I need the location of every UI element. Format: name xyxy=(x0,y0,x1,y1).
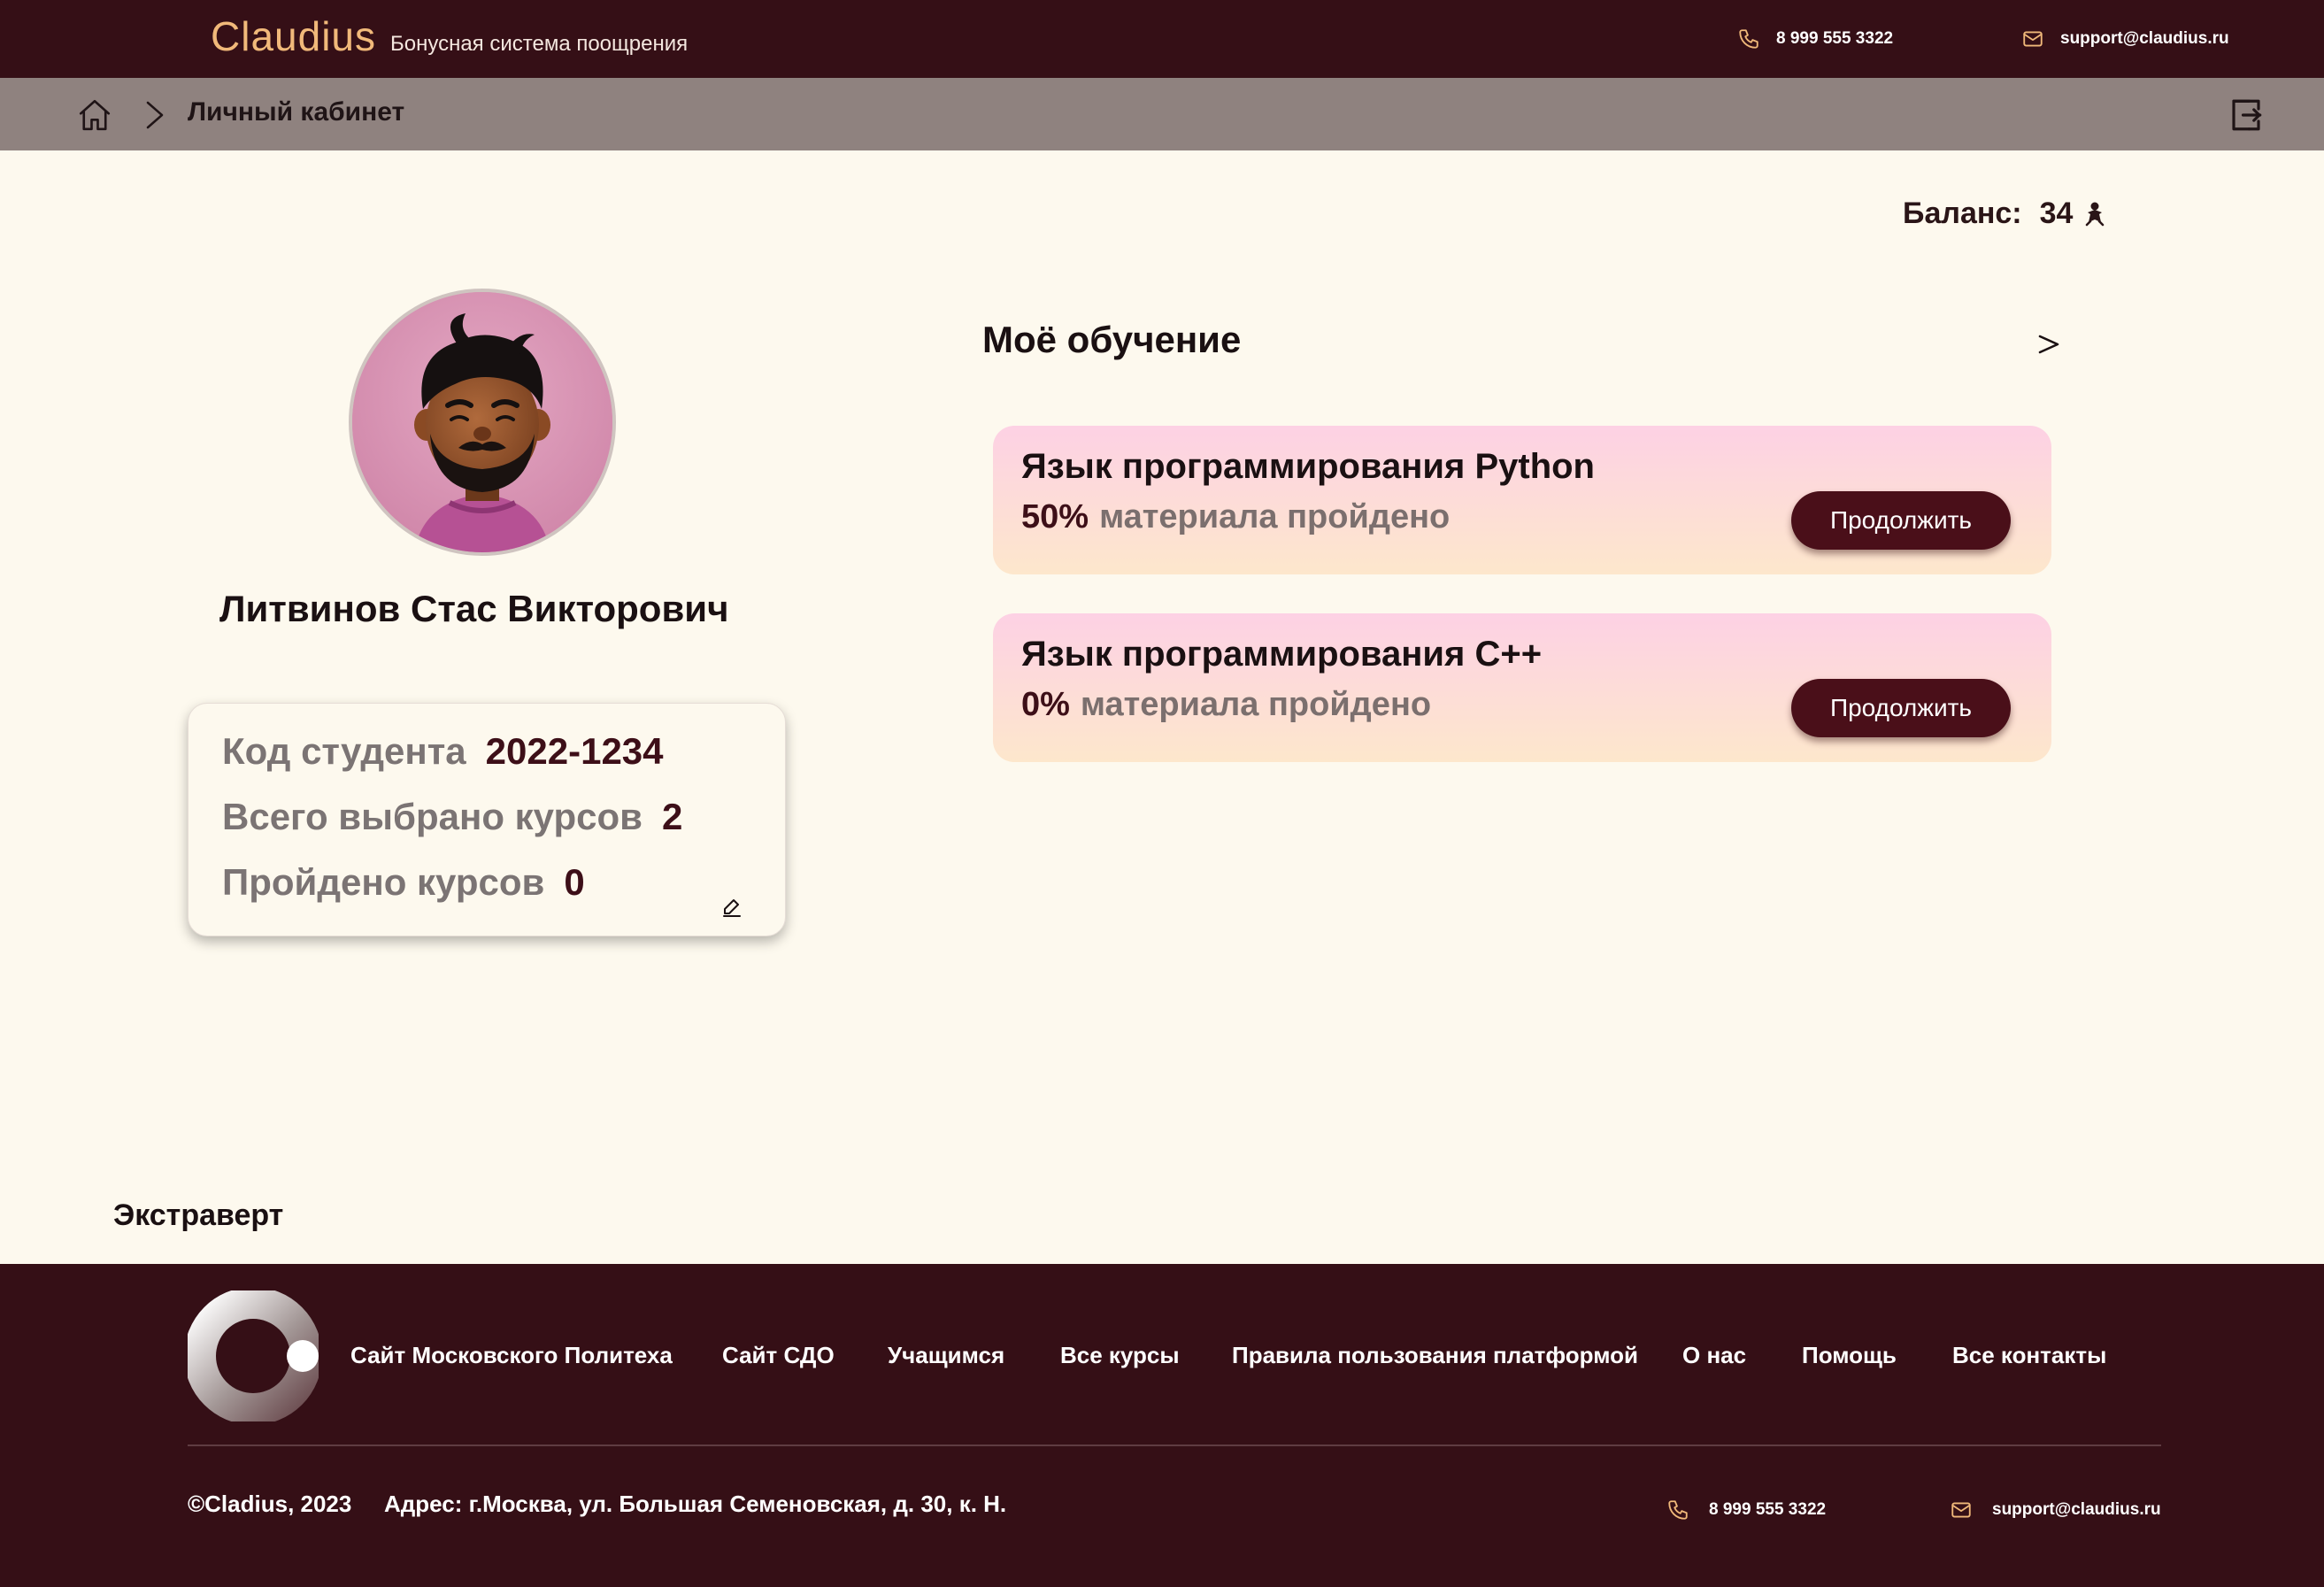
footer-link-students[interactable]: Учащимся xyxy=(888,1342,1004,1369)
stat-value: 0 xyxy=(564,861,585,903)
stat-courses-selected: Всего выбрано курсов 2 xyxy=(222,796,682,838)
profile-name: Литвинов Стас Викторович xyxy=(219,588,729,629)
brand-subtitle: Бонусная система поощрения xyxy=(390,32,689,56)
footer-link-about[interactable]: О нас xyxy=(1682,1342,1746,1369)
footer-phone[interactable]: 8 999 555 3322 xyxy=(1666,1492,1826,1528)
stat-value: 2022-1234 xyxy=(485,730,664,772)
footer-link-sdo[interactable]: Сайт СДО xyxy=(722,1342,835,1369)
brand[interactable]: Claudius Бонусная система поощрения xyxy=(211,12,688,60)
header-phone-text: 8 999 555 3322 xyxy=(1776,29,1894,48)
phone-icon xyxy=(1739,29,1758,49)
progress-text: материала пройдено xyxy=(1099,498,1451,535)
stat-student-code: Код студента 2022-1234 xyxy=(222,730,664,773)
personality-trait: Экстраверт xyxy=(113,1198,284,1232)
stat-value: 2 xyxy=(661,796,683,837)
breadcrumb: Личный кабинет xyxy=(0,78,2324,150)
logout-icon[interactable] xyxy=(2228,96,2265,134)
avatar[interactable] xyxy=(349,289,616,556)
continue-button[interactable]: Продолжить xyxy=(1791,491,2011,550)
course-title: Язык программирования C++ xyxy=(1021,635,1543,674)
footer-link-help[interactable]: Помощь xyxy=(1802,1342,1897,1369)
course-progress: 0% материала пройдено xyxy=(1021,686,1431,724)
stat-label: Всего выбрано курсов xyxy=(222,796,643,837)
pencil-icon[interactable] xyxy=(721,897,743,918)
coin-figure-icon xyxy=(2086,202,2105,226)
my-learning-title: Моё обучение xyxy=(982,319,1242,360)
course-card: Язык программирования Python 50% материа… xyxy=(993,426,2051,574)
breadcrumb-current: Личный кабинет xyxy=(188,97,405,127)
address: Адрес: г.Москва, ул. Большая Семеновская… xyxy=(384,1491,1007,1517)
copyright: ©Cladius, 2023 xyxy=(188,1491,352,1517)
progress-value: 0% xyxy=(1021,686,1070,723)
course-progress: 50% материала пройдено xyxy=(1021,498,1450,536)
footer-link-polytech[interactable]: Сайт Московского Политеха xyxy=(350,1342,673,1369)
home-icon[interactable] xyxy=(76,96,113,134)
balance-label: Баланс: xyxy=(1903,196,2022,230)
stat-label: Код студента xyxy=(222,730,466,772)
course-card: Язык программирования C++ 0% материала п… xyxy=(993,613,2051,762)
mail-icon xyxy=(1951,1502,1971,1518)
student-stats-card: Код студента 2022-1234 Всего выбрано кур… xyxy=(188,703,786,936)
stat-label: Пройдено курсов xyxy=(222,861,545,903)
progress-value: 50% xyxy=(1021,498,1089,535)
footer-link-all-courses[interactable]: Все курсы xyxy=(1060,1342,1180,1369)
chevron-right-icon[interactable] xyxy=(2035,327,2062,361)
header-email-text: support@claudius.ru xyxy=(2060,29,2229,48)
continue-button[interactable]: Продолжить xyxy=(1791,679,2011,737)
footer-phone-text: 8 999 555 3322 xyxy=(1709,1500,1827,1519)
chevron-right-icon xyxy=(146,101,164,129)
footer-link-rules[interactable]: Правила пользования платформой xyxy=(1232,1342,1638,1369)
footer-email-text: support@claudius.ru xyxy=(1992,1500,2161,1519)
avatar-illustration xyxy=(352,292,612,552)
course-title: Язык программирования Python xyxy=(1021,447,1595,486)
footer-divider xyxy=(188,1444,2161,1446)
stat-courses-completed: Пройдено курсов 0 xyxy=(222,861,585,904)
progress-text: материала пройдено xyxy=(1080,686,1432,723)
phone-icon xyxy=(1668,1500,1688,1520)
claudius-logo[interactable] xyxy=(188,1290,319,1421)
header-phone[interactable]: 8 999 555 3322 xyxy=(1737,0,1893,78)
balance: Баланс: 34 xyxy=(1903,196,2106,231)
footer: Сайт Московского Политеха Сайт СДО Учащи… xyxy=(0,1264,2324,1587)
footer-link-contacts[interactable]: Все контакты xyxy=(1952,1342,2106,1369)
top-bar: Claudius Бонусная система поощрения 8 99… xyxy=(0,0,2324,78)
header-email[interactable]: support@claudius.ru xyxy=(2021,0,2229,78)
balance-value: 34 xyxy=(2039,196,2074,230)
footer-email[interactable]: support@claudius.ru xyxy=(1950,1492,2161,1528)
brand-name: Claudius xyxy=(211,13,376,59)
mail-icon xyxy=(2023,31,2043,47)
